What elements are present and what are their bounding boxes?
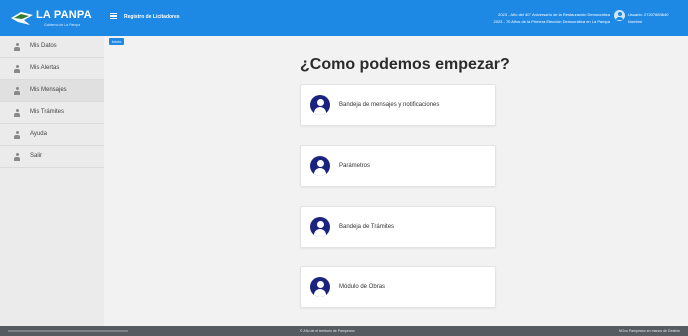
sidebar-item-ayuda[interactable]: Ayuda — [0, 124, 104, 146]
user-icon — [14, 43, 20, 51]
sidebar-item-salir[interactable]: Salir — [0, 146, 104, 168]
card-label: Bandeja de mensajes y notificaciones — [339, 102, 440, 108]
user-info[interactable]: Usuario: 27207883640 Nombre — [628, 11, 668, 25]
flag-logo-icon — [11, 12, 33, 25]
user-circle-icon — [310, 217, 330, 237]
sidebar-item-mis-mensajes[interactable]: Mis Mensajes — [0, 80, 104, 102]
sidebar-item-label: Mis Datos — [30, 43, 57, 49]
sidebar-item-label: Mis Mensajes — [30, 87, 67, 93]
notice-line: 2023 - 70 Años de la Primera Elección De… — [493, 19, 610, 24]
hamburger-menu-icon[interactable] — [110, 13, 117, 20]
top-bar: LA PANPA Gobierno de La Pampa Registro d… — [0, 0, 688, 36]
user-circle-icon — [310, 277, 330, 297]
card-bandeja-mensajes[interactable]: Bandeja de mensajes y notificaciones — [300, 84, 496, 126]
sidebar-item-mis-tramites[interactable]: Mis Trámites — [0, 102, 104, 124]
user-icon — [14, 87, 20, 95]
user-circle-icon — [310, 156, 330, 176]
footer-left-bar — [8, 326, 128, 336]
sidebar-item-mis-alertas[interactable]: Mis Alertas — [0, 58, 104, 80]
logo-text: LA PANPA — [36, 9, 92, 21]
footer-center-text: © Año de el territorio de Pampeano — [300, 329, 355, 333]
sidebar-item-label: Salir — [30, 153, 43, 159]
logo-subtitle: Gobierno de La Pampa — [44, 23, 81, 27]
card-modulo-obras[interactable]: Módulo de Obras — [300, 266, 496, 308]
notice-line: 2023 - Año del 40° Aniversario de la Res… — [498, 12, 610, 17]
user-avatar-icon[interactable] — [614, 10, 625, 21]
card-label: Bandeja de Trámites — [339, 224, 395, 230]
sidebar-item-label: Ayuda — [30, 131, 47, 137]
page-heading: ¿Como podemos empezar? — [300, 56, 510, 73]
sidebar-item-label: Mis Trámites — [30, 109, 65, 115]
user-label: Usuario: 27207883640 — [628, 12, 669, 17]
user-icon — [14, 65, 20, 73]
card-label: Módulo de Obras — [339, 284, 386, 290]
breadcrumb-home[interactable]: Inicio — [109, 38, 125, 45]
user-circle-icon — [310, 95, 330, 115]
footer: © Año de el territorio de Pampeano NOvo … — [0, 326, 688, 336]
card-bandeja-tramites[interactable]: Bandeja de Trámites — [300, 206, 496, 248]
sidebar-item-mis-datos[interactable]: Mis Datos — [0, 36, 104, 58]
footer-right-text: NOvo Pampeano en manos de Gestión — [618, 329, 680, 333]
user-icon — [14, 153, 20, 161]
sidebar: Mis Datos Mis Alertas Mis Mensajes Mis T… — [0, 36, 104, 326]
card-parametros[interactable]: Parámetros — [300, 145, 496, 187]
user-icon — [14, 109, 20, 117]
sidebar-item-label: Mis Alertas — [30, 65, 60, 71]
user-name: Nombre — [628, 19, 643, 24]
user-icon — [14, 131, 20, 139]
header-notices: 2023 - Año del 40° Aniversario de la Res… — [420, 11, 610, 25]
la-pampa-logo[interactable]: LA PANPA Gobierno de La Pampa — [10, 6, 92, 32]
card-label: Parámetros — [339, 163, 371, 169]
app-title: Registro de Licitadores — [124, 14, 180, 20]
